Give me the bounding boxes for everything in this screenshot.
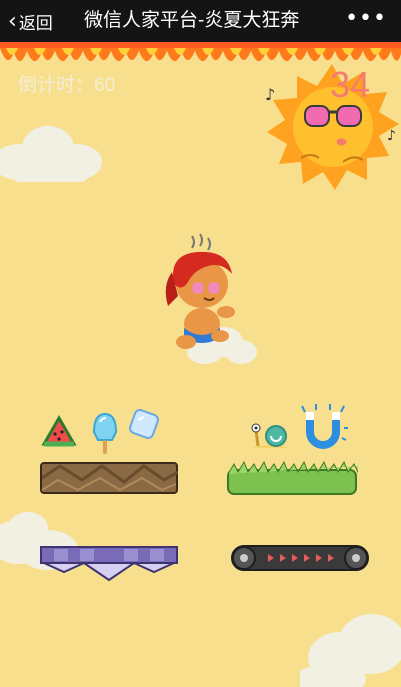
score-counter: 34 [330, 64, 371, 105]
countdown-timer: 倒计时：60 [18, 70, 115, 97]
more-menu-button[interactable]: ••• [345, 0, 387, 42]
player-character[interactable] [152, 232, 252, 362]
svg-text:♪: ♪ [265, 85, 275, 104]
purple-spike-platform [40, 546, 178, 582]
magnet-item[interactable] [296, 402, 350, 454]
nav-bar: ‹ 返回 微信人家平台-炎夏大狂奔 ••• [0, 0, 401, 42]
grass-platform [227, 460, 358, 495]
popsicle-item[interactable] [88, 412, 122, 456]
snail-item[interactable] [250, 418, 292, 452]
brown-rock-platform [40, 462, 178, 494]
back-button[interactable]: ‹ 返回 [8, 0, 53, 42]
svg-text:♪: ♪ [387, 128, 396, 144]
cloud-decoration [300, 614, 401, 687]
countdown-value: 60 [94, 75, 116, 96]
back-label: 返回 [18, 13, 53, 33]
cloud-decoration [0, 126, 102, 182]
ice-cube-item[interactable] [126, 406, 162, 442]
watermelon-item[interactable] [40, 414, 78, 452]
game-canvas[interactable]: ♪ ♪ 倒计时：60 34 [0, 42, 401, 687]
countdown-label: 倒计时： [18, 75, 95, 96]
conveyor-belt-platform [231, 545, 369, 571]
page-title: 微信人家平台-炎夏大狂奔 [84, 10, 300, 31]
chevron-left-icon: ‹ [8, 8, 17, 34]
